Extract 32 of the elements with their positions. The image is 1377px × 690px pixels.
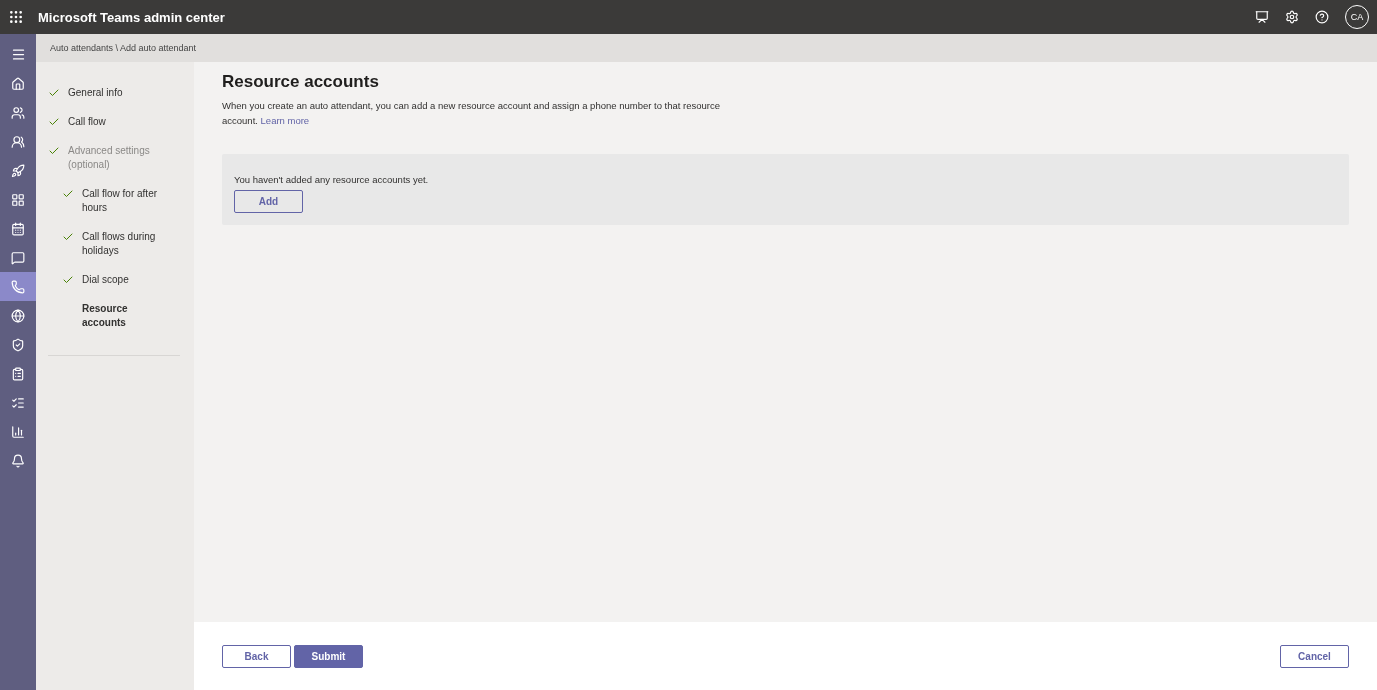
chat-icon [11, 250, 25, 265]
submit-button[interactable]: Submit [294, 644, 363, 668]
shield-icon [11, 337, 25, 352]
page-title: Resource accounts [222, 72, 380, 92]
back-button[interactable]: Back [222, 644, 291, 668]
home-icon [11, 76, 25, 91]
step-label[interactable]: Call flow [68, 115, 106, 129]
bell-icon [11, 453, 25, 468]
people-icon [11, 105, 25, 120]
step-label[interactable]: General info [68, 86, 123, 100]
app-launcher-icon[interactable] [8, 9, 24, 25]
app-title: Microsoft Teams admin center [38, 9, 226, 25]
rocket-icon [11, 163, 25, 178]
nav-item[interactable] [0, 272, 36, 301]
calendar-icon [11, 221, 25, 236]
cancel-button[interactable]: Cancel [1280, 644, 1349, 668]
add-button[interactable]: Add [234, 190, 303, 213]
apps-icon [11, 192, 25, 207]
phone-icon [11, 279, 25, 294]
users-icon [11, 134, 25, 149]
learn-more-link[interactable]: Learn more [260, 115, 310, 126]
screen-icon[interactable] [1255, 10, 1269, 24]
settings-icon[interactable] [1285, 10, 1299, 24]
menu-icon[interactable] [10, 47, 26, 62]
breadcrumb[interactable]: Auto attendants \ Add auto attendant [50, 43, 197, 53]
chart-icon [11, 424, 25, 439]
globe-icon [11, 308, 25, 323]
empty-message: You haven't added any resource accounts yet. [234, 174, 430, 185]
help-icon[interactable] [1315, 10, 1329, 24]
checklist-icon [11, 395, 25, 410]
clipboard-icon [11, 366, 25, 381]
description: When you create an auto attendant, you can add a new resource account and assign a phone number to that resource account. Learn more [222, 99, 722, 128]
